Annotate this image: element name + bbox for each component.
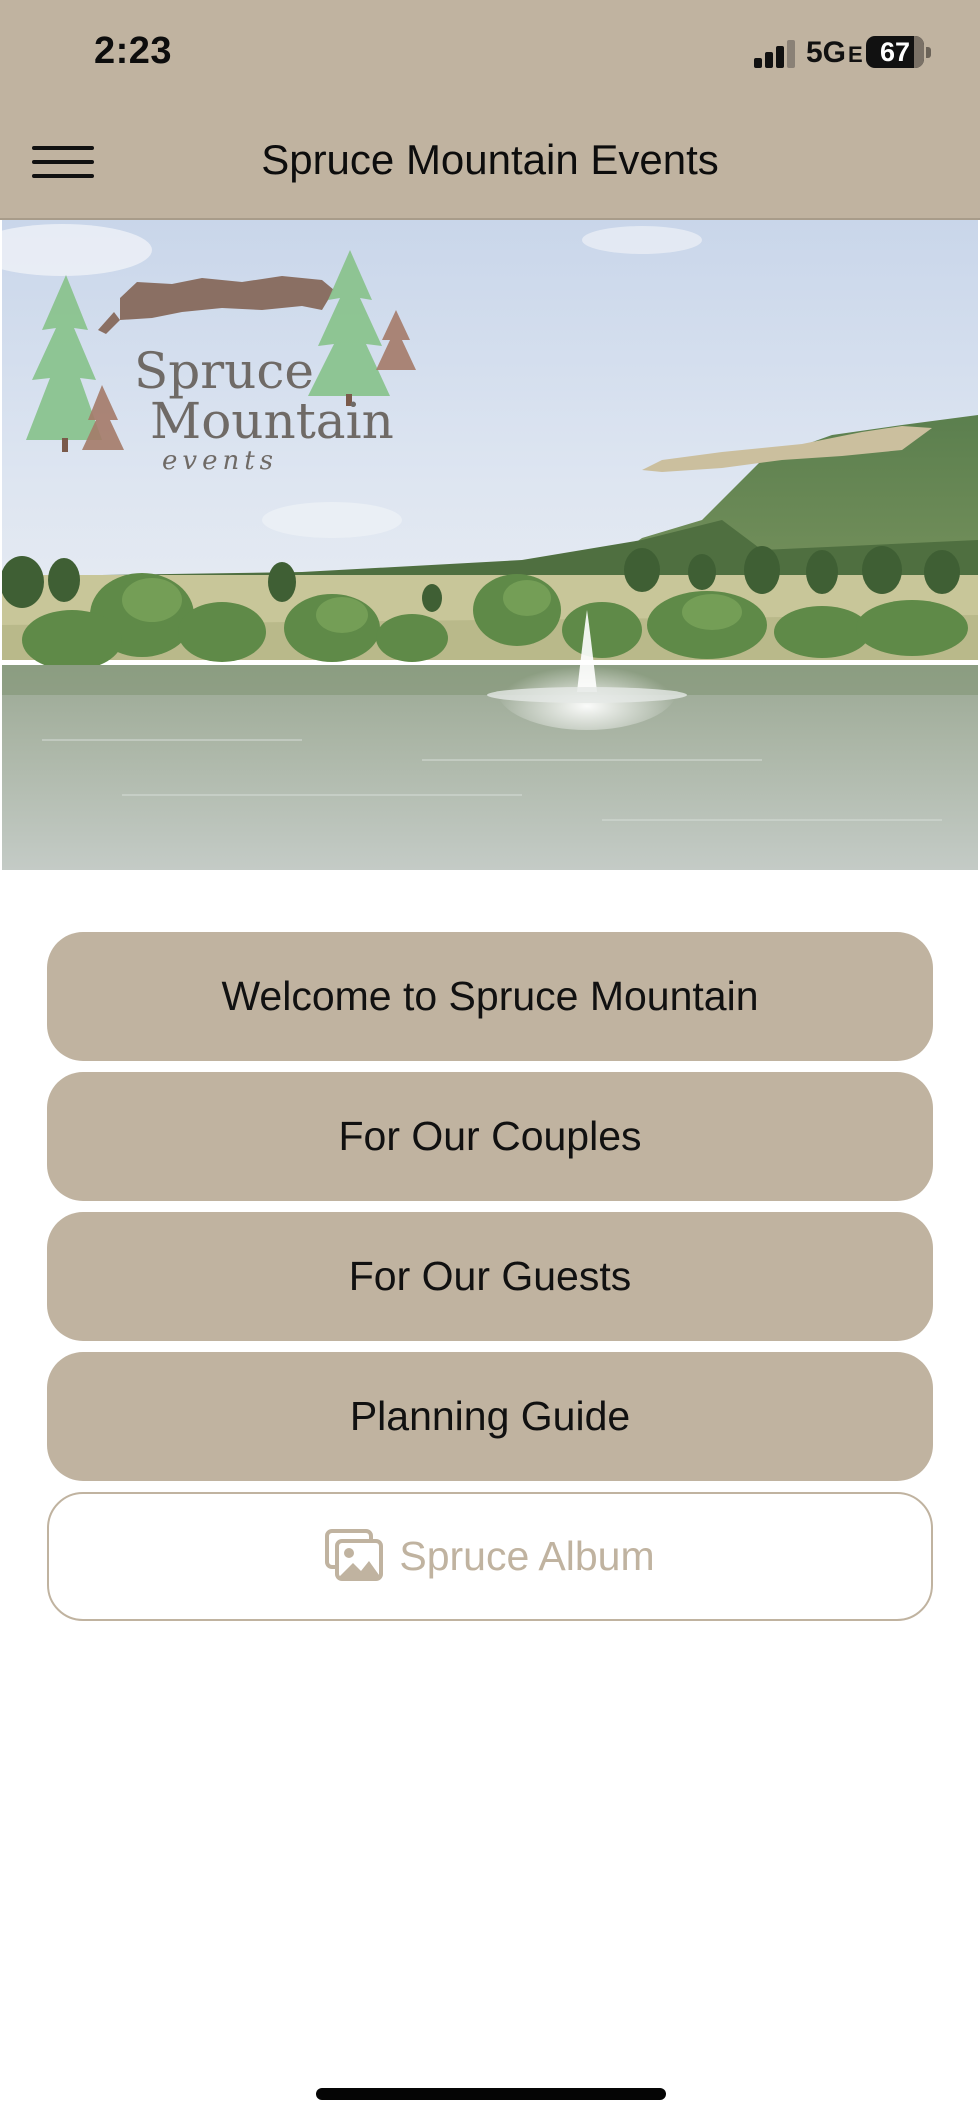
battery-level: 67	[879, 37, 911, 67]
logo-text-events: events	[162, 446, 278, 476]
cellular-signal-icon	[754, 40, 798, 68]
spruce-album-label: Spruce Album	[399, 1533, 655, 1579]
main-menu: Welcome to Spruce Mountain For Our Coupl…	[47, 932, 933, 1632]
planning-guide-button[interactable]: Planning Guide	[47, 1352, 933, 1481]
battery-icon: 67	[866, 36, 931, 68]
home-indicator[interactable]	[316, 2088, 666, 2100]
network-type: 5GE	[806, 36, 863, 70]
spruce-album-button[interactable]: Spruce Album	[47, 1492, 933, 1621]
hero-image: Spruce Mountain events	[2, 220, 978, 870]
landscape-photo	[2, 220, 978, 870]
welcome-button[interactable]: Welcome to Spruce Mountain	[47, 932, 933, 1061]
app-header-bar: 2:23 5GE 67 Spruce Mountain Events	[0, 0, 980, 220]
network-suffix: E	[848, 42, 863, 67]
guests-button[interactable]: For Our Guests	[47, 1212, 933, 1341]
photo-album-icon	[325, 1529, 384, 1582]
page-title: Spruce Mountain Events	[261, 136, 719, 183]
logo-text-mountain: Mountain	[150, 392, 394, 450]
status-time: 2:23	[94, 30, 173, 72]
couples-button[interactable]: For Our Couples	[47, 1072, 933, 1201]
network-label: 5G	[806, 36, 847, 69]
